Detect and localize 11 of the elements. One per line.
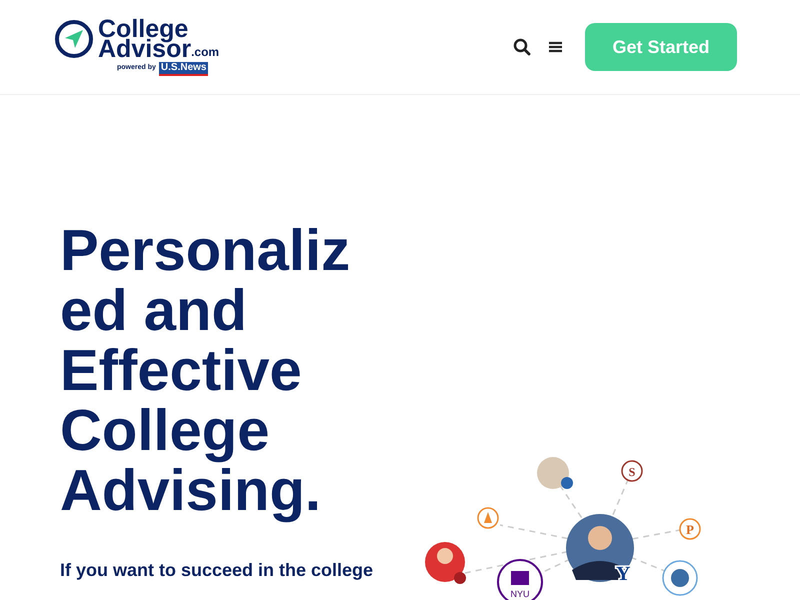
school-badge-letter: P	[686, 522, 694, 537]
partner-logo: U.S.News	[158, 62, 208, 76]
school-badge-letter: S	[628, 465, 636, 479]
search-icon[interactable]	[513, 38, 531, 56]
get-started-button[interactable]: Get Started	[585, 23, 737, 71]
intro-paragraph: If you want to succeed in the college	[60, 559, 374, 582]
hero-headline: Personalized and Effective College Advising.	[60, 221, 352, 521]
school-badge-label: NYU	[510, 589, 530, 599]
menu-icon[interactable]	[549, 41, 562, 53]
logo-compass-icon	[54, 18, 94, 58]
logo-suffix: .com	[191, 44, 220, 58]
